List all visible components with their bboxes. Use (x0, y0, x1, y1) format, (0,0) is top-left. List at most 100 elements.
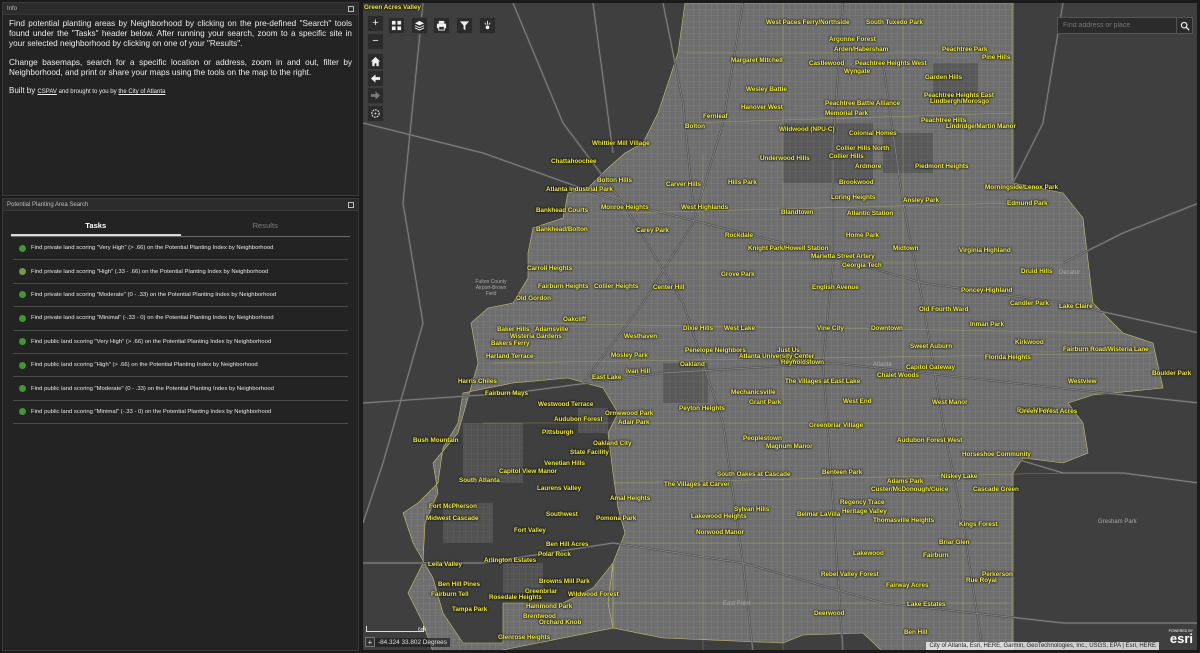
maximize-icon[interactable] (348, 5, 354, 12)
neighborhood-label: English Avenue (812, 284, 859, 291)
neighborhood-label: Whittier Mill Village (592, 140, 650, 147)
neighborhood-label: Atlanta Industrial Park (546, 186, 613, 193)
task-item[interactable]: Find private land scoring "Minimal" (-.3… (13, 307, 348, 331)
neighborhood-label: Mechanicsville (731, 389, 776, 396)
neighborhood-label: The Villages at Carver (664, 481, 730, 488)
city-of-atlanta-link[interactable]: the City of Atlanta (118, 89, 165, 95)
neighborhood-label: Rebel Valley Forest (821, 571, 879, 578)
zoom-in-button[interactable]: + (367, 15, 384, 32)
task-status-icon (19, 268, 26, 276)
neighborhood-label: Carey Park (636, 227, 669, 234)
neighborhood-label: Capitol View Manor (499, 468, 557, 475)
neighborhood-label: Castlewood (809, 60, 845, 67)
task-item[interactable]: Find private land scoring "High" (.33 - … (13, 260, 348, 284)
basemap-gallery-button[interactable] (388, 17, 405, 34)
back-icon (370, 74, 381, 83)
neighborhood-label: Rue Royal (966, 577, 997, 584)
neighborhood-label: Lindridge/Martin Manor (946, 123, 1016, 130)
task-item[interactable]: Find public land scoring "High" (> .66) … (13, 354, 348, 378)
neighborhood-label: South Tuxedo Park (866, 19, 923, 26)
neighborhood-label: Collier Hills (829, 153, 864, 160)
neighborhood-label: Atlantic Station (847, 210, 894, 217)
task-status-icon (19, 338, 26, 346)
neighborhood-label: Lindbergh/Morosgo (930, 98, 990, 105)
tab-results[interactable]: Results (181, 217, 351, 236)
neighborhood-label: Grant Park (749, 399, 782, 406)
neighborhood-label: Ivan Hill (626, 368, 651, 375)
info-panel: Info Find potential planting areas by Ne… (2, 2, 359, 196)
zoom-out-icon: − (372, 35, 379, 47)
address-search-input[interactable] (1057, 17, 1177, 34)
neighborhood-label: Bakers Ferry (491, 340, 530, 347)
place-label: Atlanta (873, 362, 892, 368)
neighborhood-label: Fairburn Tell (431, 591, 469, 598)
info-panel-header: Info (3, 3, 358, 15)
neighborhood-label: Belmar LaVilla (797, 511, 841, 518)
search-panel-header: Potential Planting Area Search (3, 199, 358, 211)
task-status-icon (19, 408, 26, 416)
search-tabs: Tasks Results (11, 217, 350, 237)
task-item[interactable]: Find public land scoring "Moderate" (0 -… (13, 377, 348, 401)
task-item[interactable]: Find private land scoring "Moderate" (0 … (13, 284, 348, 308)
neighborhood-label: Center Hill (653, 284, 685, 291)
neighborhood-label: Peachtree Heights West (855, 60, 927, 67)
layers-button[interactable] (411, 17, 428, 34)
task-item[interactable]: Find private land scoring "Very High" (>… (13, 237, 348, 261)
neighborhood-label: Wesley Battle (746, 86, 787, 93)
share-button[interactable] (479, 17, 496, 34)
neighborhood-label: Marietta Street Artery (811, 253, 875, 260)
neighborhood-label: Wildwood (NPU-C) (779, 126, 835, 133)
neighborhood-label: Ardmore (855, 163, 882, 170)
neighborhood-label: Hammond Park (526, 603, 573, 610)
neighborhood-label: Glenrose Heights (498, 634, 551, 641)
map-view[interactable]: West Paces Ferry/Northside South Tuxedo P… (362, 2, 1198, 651)
filter-button[interactable] (456, 17, 473, 34)
place-label: Decatur (1059, 270, 1081, 276)
maximize-icon[interactable] (348, 201, 354, 208)
neighborhood-label: Old Gordon (516, 295, 551, 302)
cspav-link[interactable]: CSPAV (37, 89, 56, 95)
forward-button[interactable] (367, 87, 384, 104)
neighborhood-label: Fairway Acres (886, 582, 929, 589)
task-item[interactable]: Find public land scoring "Minimal" (-.33… (13, 401, 348, 425)
esri-logo[interactable]: POWERED BY esri (1161, 629, 1193, 649)
print-button[interactable] (433, 17, 450, 34)
home-button[interactable] (367, 53, 384, 70)
search-panel: Potential Planting Area Search Tasks Res… (2, 198, 359, 651)
info-paragraph-1: Find potential planting areas by Neighbo… (9, 19, 352, 49)
neighborhood-label: Westview (1068, 378, 1097, 385)
neighborhood-label: Dixie Hills (683, 325, 714, 332)
neighborhood-label: Capitol Gateway (906, 364, 955, 371)
neighborhood-label: Carver Hills (666, 181, 702, 188)
neighborhood-label: Audubon Forest (554, 416, 603, 423)
built-by-line: Built by CSPAV and brought to you by the… (9, 86, 352, 97)
task-label: Find public land scoring "Very High" (> … (31, 338, 272, 345)
neighborhood-label: Adair Park (618, 419, 650, 426)
task-label: Find private land scoring "Minimal" (-.3… (31, 315, 274, 322)
neighborhood-label: Pittsburgh (542, 429, 574, 436)
forward-icon (370, 91, 381, 100)
coordinate-toggle-icon[interactable]: + (365, 637, 375, 647)
neighborhood-label: State Facility (570, 449, 609, 456)
neighborhood-label: Hills Park (728, 179, 757, 186)
back-button[interactable] (367, 70, 384, 87)
neighborhood-label: Garden Hills (925, 74, 963, 81)
zoom-out-button[interactable]: − (367, 33, 384, 50)
basemap[interactable] (363, 3, 1198, 651)
neighborhood-label: Audubon Forest West (897, 437, 963, 444)
neighborhood-label: East Lake (592, 374, 622, 381)
search-icon (1180, 21, 1190, 31)
neighborhood-label: Ben Hill (904, 629, 928, 636)
tab-tasks[interactable]: Tasks (11, 217, 181, 236)
task-item[interactable]: Find public land scoring "Very High" (> … (13, 331, 348, 354)
search-button[interactable] (1176, 17, 1193, 34)
locate-button[interactable] (367, 105, 384, 122)
neighborhood-label: Loring Heights (831, 194, 876, 201)
neighborhood-label: Arden/Habersham (834, 46, 889, 53)
neighborhood-label: Southwest (546, 511, 578, 518)
neighborhood-label: Florida Heights (985, 354, 1031, 361)
neighborhood-label: Peoplestown (743, 435, 782, 442)
neighborhood-label: West Paces Ferry/Northside (766, 19, 850, 26)
neighborhood-label: Pine Hills (982, 54, 1011, 61)
neighborhood-label: Chattahoochee (551, 158, 597, 165)
